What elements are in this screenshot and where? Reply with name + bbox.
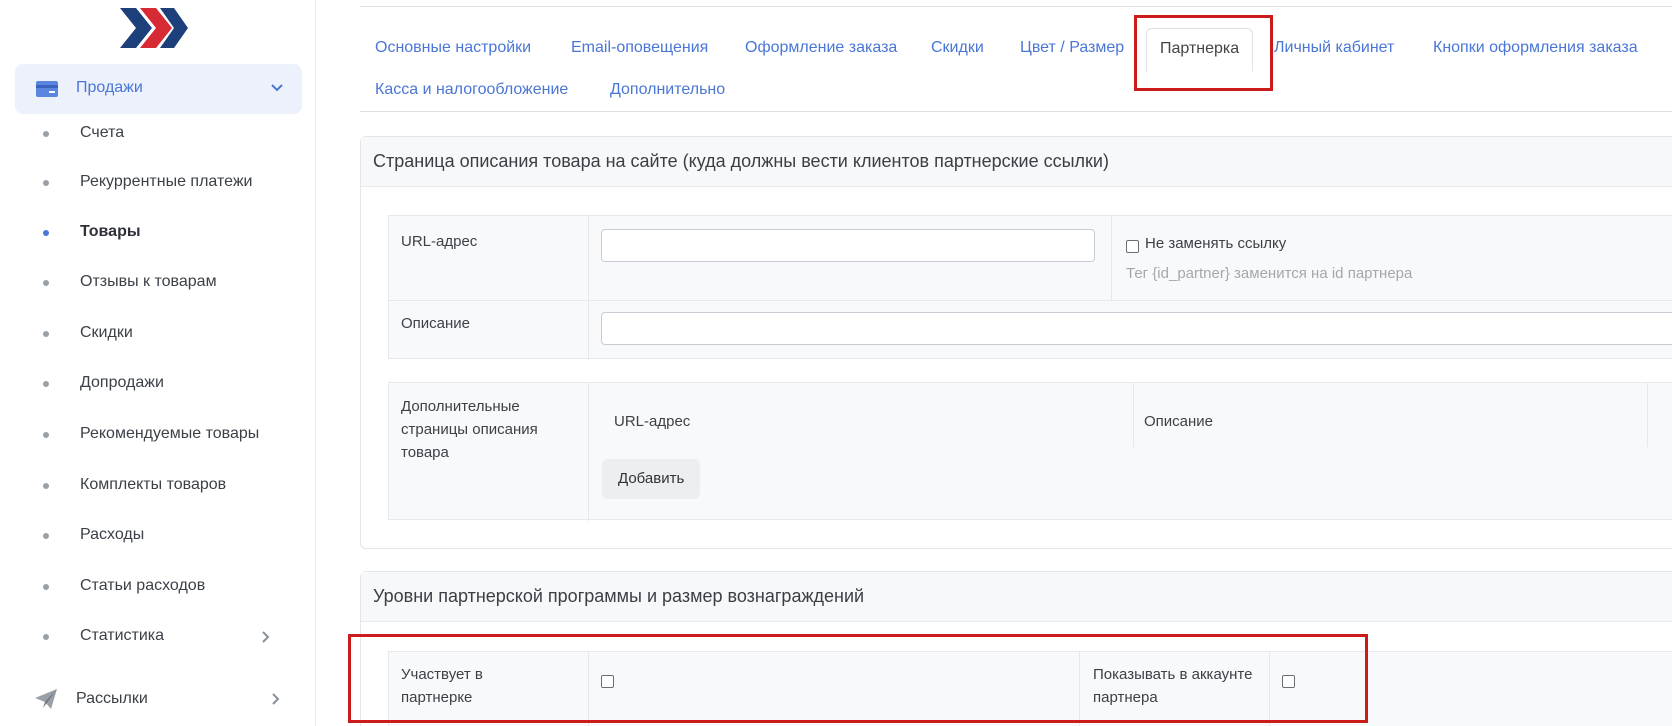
- bullet-icon: [43, 533, 49, 539]
- extra-pages-label: Дополнительные страницы описания товара: [401, 398, 538, 461]
- sidebar-item-label: Продажи: [76, 79, 143, 96]
- sidebar-item-mailings[interactable]: Рассылки: [0, 676, 316, 726]
- logo-icon: [120, 8, 188, 48]
- extra-pages-table: Дополнительные страницы описания товара …: [388, 382, 1672, 521]
- chevron-right-icon: [272, 693, 280, 705]
- divider: [588, 216, 589, 360]
- chevron-right-icon: [262, 631, 270, 643]
- sidebar-item-expense-categories[interactable]: Статьи расходов: [0, 564, 316, 608]
- bullet-icon: [43, 432, 49, 438]
- sidebar-item-label: Рекомендуемые товары: [80, 425, 260, 442]
- url-form-table: URL-адрес Не заменять ссылку Тег {id_par…: [388, 215, 1672, 360]
- paper-plane-icon: [35, 689, 57, 709]
- highlight-box: [1134, 15, 1273, 91]
- no-replace-checkbox[interactable]: [1126, 240, 1139, 253]
- sidebar-item-invoices[interactable]: Счета: [0, 111, 316, 155]
- divider: [1133, 383, 1134, 447]
- sidebar-item-label: Скидки: [80, 324, 133, 341]
- sidebar-item-label: Статьи расходов: [80, 577, 206, 594]
- tab-checkout-buttons[interactable]: Кнопки оформления заказа: [1433, 39, 1638, 57]
- sidebar-item-label: Расходы: [80, 526, 145, 543]
- bullet-icon: [43, 483, 49, 489]
- tab-email-notifications[interactable]: Email-оповещения: [571, 39, 708, 57]
- sidebar-item-label: Счета: [80, 124, 125, 141]
- bullet-icon: [43, 280, 49, 286]
- sidebar-item-products[interactable]: Товары: [0, 210, 316, 254]
- url-label: URL-адрес: [401, 233, 478, 250]
- extra-description-header: Описание: [1144, 413, 1214, 430]
- add-button[interactable]: Добавить: [602, 459, 701, 499]
- divider: [389, 300, 1672, 301]
- sidebar-item-recommended[interactable]: Рекомендуемые товары: [0, 412, 316, 456]
- sidebar-item-upsells[interactable]: Допродажи: [0, 361, 316, 405]
- sidebar: Продажи Счета Рекуррентные платежи Товар…: [0, 0, 316, 726]
- bullet-icon: [43, 230, 49, 236]
- tab-checkout-design[interactable]: Оформление заказа: [745, 39, 897, 57]
- sidebar-item-label: Отзывы к товарам: [80, 273, 217, 290]
- sidebar-item-label: Рекуррентные платежи: [80, 173, 253, 190]
- sidebar-item-reviews[interactable]: Отзывы к товарам: [0, 260, 316, 304]
- bullet-icon: [43, 381, 49, 387]
- product-page-panel: Страница описания товара на сайте (куда …: [360, 136, 1672, 549]
- description-input[interactable]: [601, 312, 1672, 345]
- sidebar-item-label: Товары: [80, 223, 141, 240]
- main-content: Основные настройки Email-оповещения Офор…: [317, 0, 1672, 726]
- card-icon: [36, 81, 58, 97]
- sidebar-item-statistics[interactable]: Статистика: [0, 614, 316, 658]
- sidebar-item-discounts[interactable]: Скидки: [0, 311, 316, 355]
- bullet-icon: [43, 180, 49, 186]
- tabs-divider: [360, 111, 1672, 112]
- panel-title: Уровни партнерской программы и размер во…: [361, 572, 1672, 622]
- sidebar-item-recurring[interactable]: Рекуррентные платежи: [0, 160, 316, 204]
- sidebar-item-label: Статистика: [80, 627, 165, 644]
- panel-title: Страница описания товара на сайте (куда …: [361, 137, 1672, 187]
- bullet-icon: [43, 634, 49, 640]
- tab-cash-taxes[interactable]: Касса и налогообложение: [375, 81, 568, 99]
- divider: [360, 6, 1672, 7]
- extra-url-header: URL-адрес: [614, 413, 691, 430]
- bullet-icon: [43, 131, 49, 137]
- sidebar-item-label: Рассылки: [76, 690, 148, 707]
- tab-color-size[interactable]: Цвет / Размер: [1020, 39, 1124, 57]
- sidebar-item-bundles[interactable]: Комплекты товаров: [0, 463, 316, 507]
- divider: [588, 383, 589, 521]
- sidebar-item-expenses[interactable]: Расходы: [0, 513, 316, 557]
- hint-text: Тег {id_partner} заменится на id партнер…: [1126, 265, 1413, 282]
- divider: [1647, 383, 1648, 447]
- tab-main-settings[interactable]: Основные настройки: [375, 39, 531, 57]
- highlight-box: [348, 634, 1368, 723]
- tab-additional[interactable]: Дополнительно: [610, 81, 725, 99]
- divider: [1111, 216, 1112, 300]
- bullet-icon: [43, 584, 49, 590]
- tab-personal-account[interactable]: Личный кабинет: [1274, 39, 1394, 57]
- no-replace-label: Не заменять ссылку: [1145, 235, 1287, 252]
- sidebar-item-label: Допродажи: [80, 374, 164, 391]
- sidebar-item-label: Комплекты товаров: [80, 476, 227, 493]
- description-label: Описание: [401, 315, 471, 332]
- tab-discounts[interactable]: Скидки: [931, 39, 984, 57]
- bullet-icon: [43, 331, 49, 337]
- url-input[interactable]: [601, 229, 1095, 262]
- chevron-down-icon: [271, 84, 283, 92]
- sidebar-item-sales[interactable]: Продажи: [15, 64, 302, 114]
